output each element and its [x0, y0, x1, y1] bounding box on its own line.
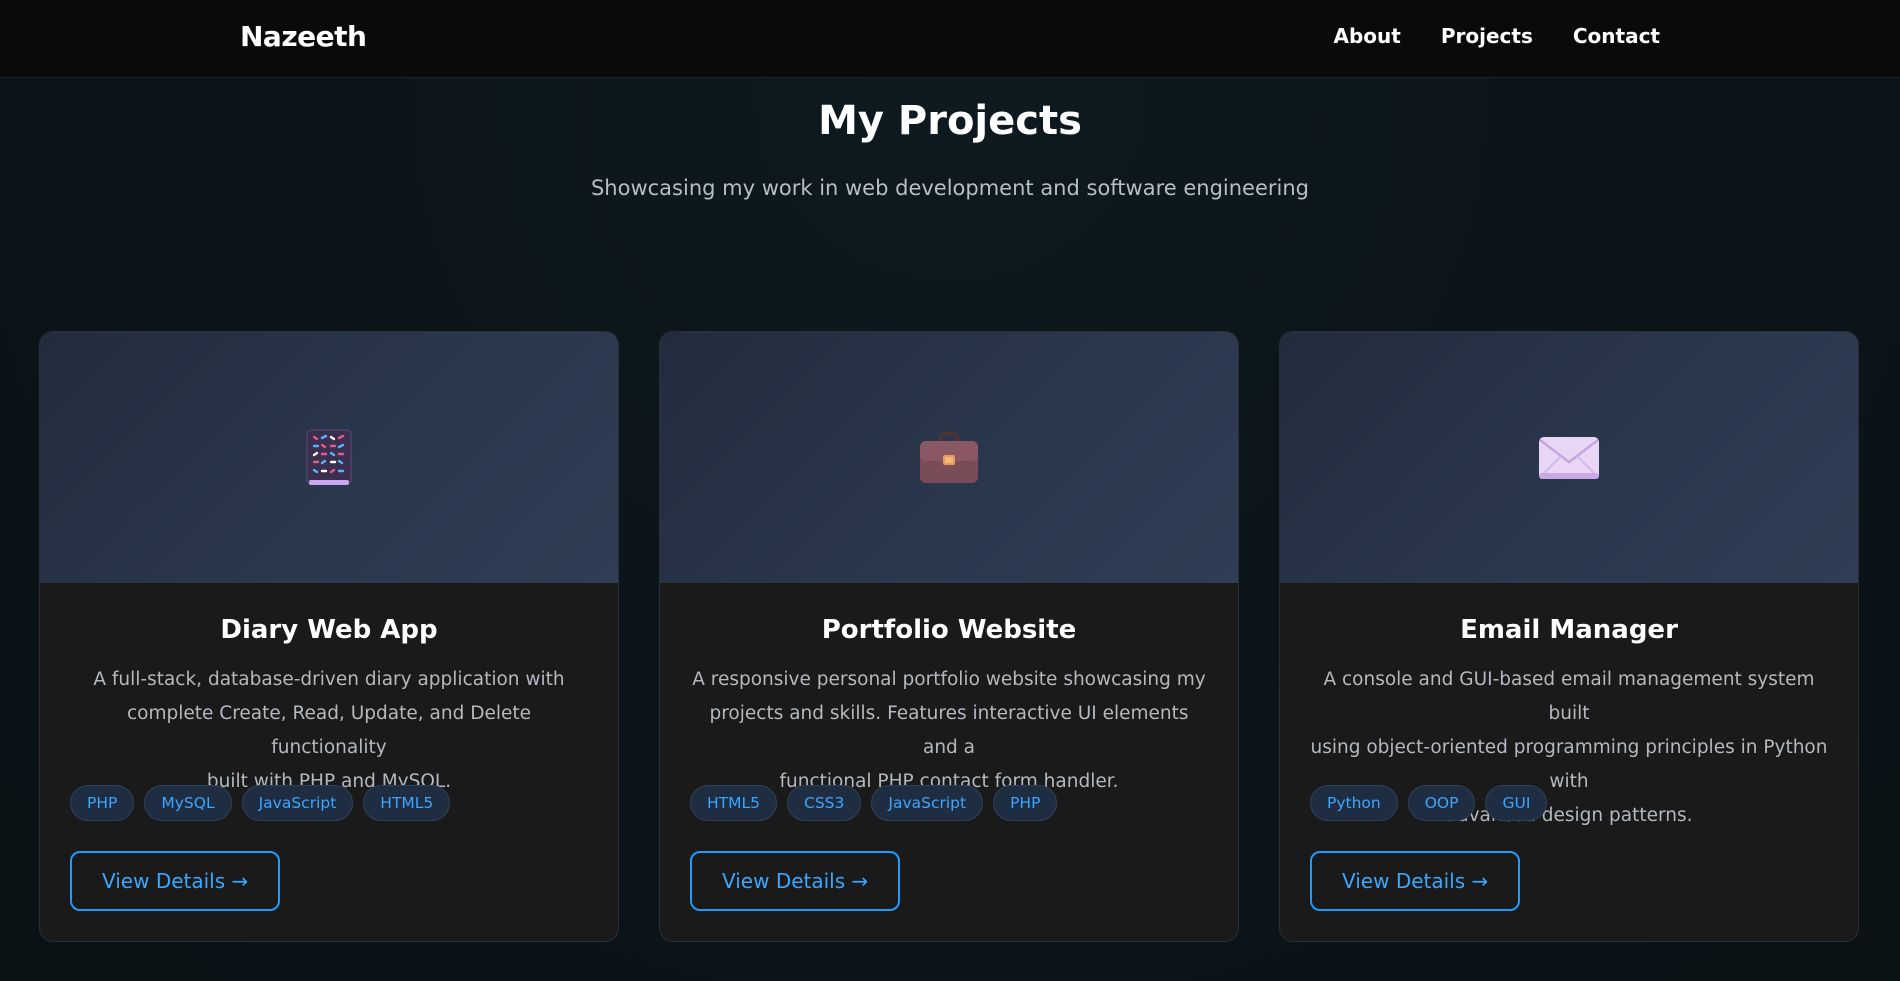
description-line: A full-stack, database-driven diary appl… [93, 669, 565, 690]
tech-tag: OOP [1407, 785, 1476, 821]
project-description: A responsive personal portfolio website … [690, 663, 1208, 799]
projects-grid: Diary Web App A full-stack, database-dri… [39, 331, 1861, 942]
tech-tag: JavaScript [871, 785, 984, 821]
project-title: Diary Web App [220, 615, 438, 645]
project-description: A full-stack, database-driven diary appl… [70, 663, 588, 799]
page-title: My Projects [818, 98, 1082, 144]
description-line: complete Create, Read, Update, and Delet… [126, 703, 531, 758]
view-details-button[interactable]: View Details → [690, 851, 901, 911]
nav-link-contact[interactable]: Contact [1573, 24, 1660, 48]
page-subtitle: Showcasing my work in web development an… [590, 176, 1310, 200]
project-card-diary: Diary Web App A full-stack, database-dri… [39, 331, 619, 942]
project-card-media [1280, 332, 1858, 583]
top-navbar: Nazeeth About Projects Contact [0, 0, 1900, 78]
project-card-body: Diary Web App A full-stack, database-dri… [40, 615, 618, 799]
tech-tag: CSS3 [787, 785, 862, 821]
nav-links: About Projects Contact [1334, 24, 1661, 48]
tech-tag: PHP [993, 785, 1058, 821]
site-logo-text[interactable]: Nazeeth [240, 20, 367, 53]
tech-tag: GUI [1485, 785, 1548, 821]
tech-tags: Python OOP GUI [1310, 785, 1548, 821]
tech-tag: PHP [70, 785, 135, 821]
nav-link-about[interactable]: About [1334, 24, 1401, 48]
tech-tag: HTML5 [690, 785, 777, 821]
tech-tag: MySQL [144, 785, 232, 821]
project-card-body: Portfolio Website A responsive personal … [660, 615, 1238, 799]
tech-tag: HTML5 [363, 785, 451, 821]
view-details-button[interactable]: View Details → [1310, 851, 1521, 911]
description-line: projects and skills. Features interactiv… [709, 703, 1189, 758]
description-line: A console and GUI-based email management… [1323, 669, 1815, 724]
tech-tags: HTML5 CSS3 JavaScript PHP [690, 785, 1058, 821]
project-card-media [660, 332, 1238, 583]
nav-link-projects[interactable]: Projects [1441, 24, 1533, 48]
description-line: using object-oriented programming princi… [1310, 737, 1828, 792]
project-card-media [40, 332, 618, 583]
project-title: Portfolio Website [821, 615, 1077, 645]
notebook-icon [305, 428, 353, 488]
tech-tags: PHP MySQL JavaScript HTML5 [70, 785, 451, 821]
envelope-icon [1537, 435, 1601, 481]
project-title: Email Manager [1460, 615, 1678, 645]
briefcase-icon [918, 431, 980, 485]
project-card-portfolio: Portfolio Website A responsive personal … [659, 331, 1239, 942]
view-details-button[interactable]: View Details → [70, 851, 281, 911]
tech-tag: Python [1310, 785, 1398, 821]
project-card-email: Email Manager A console and GUI-based em… [1279, 331, 1859, 942]
description-line: A responsive personal portfolio website … [692, 669, 1206, 690]
tech-tag: JavaScript [241, 785, 354, 821]
